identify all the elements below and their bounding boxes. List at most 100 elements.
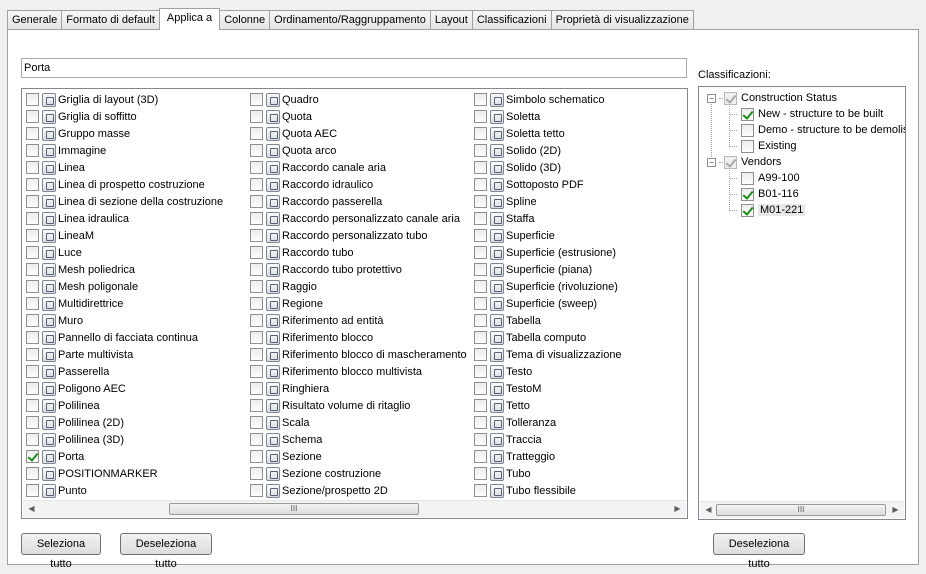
object-type-item[interactable]: Pannello di facciata continua	[24, 329, 248, 346]
object-type-checkbox[interactable]	[26, 348, 39, 361]
object-type-item[interactable]: Linea idraulica	[24, 210, 248, 227]
object-type-checkbox[interactable]	[250, 399, 263, 412]
object-type-checkbox[interactable]	[26, 144, 39, 157]
object-type-item[interactable]: Polilinea	[24, 397, 248, 414]
object-type-item[interactable]: Polilinea (3D)	[24, 431, 248, 448]
tree-item[interactable]: M01-221	[741, 202, 806, 218]
object-type-item[interactable]: TestoM	[472, 380, 687, 397]
object-type-item[interactable]: Mesh poligonale	[24, 278, 248, 295]
object-type-checkbox[interactable]	[474, 484, 487, 497]
object-type-checkbox[interactable]	[250, 229, 263, 242]
object-type-item[interactable]: Tabella	[472, 312, 687, 329]
object-type-item[interactable]: Linea di prospetto costruzione	[24, 176, 248, 193]
object-type-item[interactable]: Tetto	[472, 397, 687, 414]
object-type-item[interactable]: Raccordo canale aria	[248, 159, 472, 176]
tab-propriet-di-visualizzazione[interactable]: Proprietà di visualizzazione	[550, 10, 694, 30]
object-type-item[interactable]: Sezione costruzione	[248, 465, 472, 482]
object-type-checkbox[interactable]	[474, 382, 487, 395]
object-type-checkbox[interactable]	[26, 382, 39, 395]
object-type-checkbox[interactable]	[474, 297, 487, 310]
classifications-tree[interactable]: ◀ III ▶ − Construction Status New - struct…	[698, 86, 906, 520]
object-type-item[interactable]: Polilinea (2D)	[24, 414, 248, 431]
object-type-checkbox[interactable]	[474, 348, 487, 361]
object-type-checkbox[interactable]	[26, 178, 39, 191]
object-type-item[interactable]: Testo	[472, 363, 687, 380]
object-type-checkbox[interactable]	[250, 348, 263, 361]
object-type-item[interactable]: Regione	[248, 295, 472, 312]
object-type-item[interactable]: Riferimento blocco di mascheramento	[248, 346, 472, 363]
object-type-item[interactable]: Tubo	[472, 465, 687, 482]
object-type-checkbox[interactable]	[474, 467, 487, 480]
object-type-item[interactable]: Quadro	[248, 91, 472, 108]
tab-applica-a[interactable]: Applica a	[158, 8, 221, 30]
object-type-checkbox[interactable]	[250, 195, 263, 208]
object-type-item[interactable]: Risultato volume di ritaglio	[248, 397, 472, 414]
tree-scrollbar[interactable]: ◀ III ▶	[700, 501, 904, 518]
object-type-checkbox[interactable]	[474, 161, 487, 174]
object-type-checkbox[interactable]	[250, 484, 263, 497]
object-type-checkbox[interactable]	[26, 365, 39, 378]
object-type-checkbox[interactable]	[250, 467, 263, 480]
object-type-item[interactable]: Sottoposto PDF	[472, 176, 687, 193]
object-type-checkbox[interactable]	[474, 450, 487, 463]
object-type-item[interactable]: Solido (3D)	[472, 159, 687, 176]
object-type-list[interactable]: Griglia di layout (3D) Griglia di soffitt…	[21, 88, 688, 519]
object-type-item[interactable]: Raccordo personalizzato canale aria	[248, 210, 472, 227]
object-type-item[interactable]: Spline	[472, 193, 687, 210]
tree-category[interactable]: − Construction Status	[707, 90, 837, 106]
scroll-right-icon[interactable]: ▶	[669, 501, 686, 518]
object-type-item[interactable]: Parte multivista	[24, 346, 248, 363]
object-type-item[interactable]: Raccordo passerella	[248, 193, 472, 210]
object-type-checkbox[interactable]	[250, 280, 263, 293]
object-type-item[interactable]: Quota arco	[248, 142, 472, 159]
scrollbar-thumb[interactable]: III	[716, 504, 886, 516]
object-type-item[interactable]: Ringhiera	[248, 380, 472, 397]
object-type-checkbox[interactable]	[26, 127, 39, 140]
object-type-checkbox[interactable]	[250, 382, 263, 395]
object-type-item[interactable]: Tubo flessibile	[472, 482, 687, 499]
object-type-checkbox[interactable]	[26, 195, 39, 208]
object-type-item[interactable]: Immagine	[24, 142, 248, 159]
classification-checkbox[interactable]	[741, 203, 754, 217]
object-type-checkbox[interactable]	[250, 314, 263, 327]
object-type-checkbox[interactable]	[26, 280, 39, 293]
collapse-icon[interactable]: −	[707, 93, 716, 103]
object-type-checkbox[interactable]	[26, 297, 39, 310]
object-type-item[interactable]: Mesh poliedrica	[24, 261, 248, 278]
object-type-item[interactable]: Linea di sezione della costruzione	[24, 193, 248, 210]
object-type-item[interactable]: Superficie	[472, 227, 687, 244]
object-type-checkbox[interactable]	[250, 365, 263, 378]
object-type-checkbox[interactable]	[250, 297, 263, 310]
object-type-checkbox[interactable]	[250, 246, 263, 259]
filter-input[interactable]	[21, 58, 687, 78]
object-type-item[interactable]: Griglia di soffitto	[24, 108, 248, 125]
object-type-item[interactable]: Quota	[248, 108, 472, 125]
object-type-item[interactable]: Riferimento blocco multivista	[248, 363, 472, 380]
object-type-item[interactable]: Riferimento ad entità	[248, 312, 472, 329]
object-type-item[interactable]: Gruppo masse	[24, 125, 248, 142]
object-type-checkbox[interactable]	[26, 450, 39, 463]
tab-colonne[interactable]: Colonne	[219, 10, 271, 30]
object-type-checkbox[interactable]	[474, 93, 487, 106]
object-type-item[interactable]: Superficie (rivoluzione)	[472, 278, 687, 295]
object-type-item[interactable]: Poligono AEC	[24, 380, 248, 397]
object-type-checkbox[interactable]	[250, 144, 263, 157]
object-type-item[interactable]: Simbolo schematico	[472, 91, 687, 108]
object-type-checkbox[interactable]	[474, 433, 487, 446]
tree-item[interactable]: Existing	[741, 138, 797, 154]
tab-classificazioni[interactable]: Classificazioni	[471, 10, 552, 30]
object-type-checkbox[interactable]	[26, 416, 39, 429]
object-type-checkbox[interactable]	[26, 399, 39, 412]
object-type-item[interactable]: Superficie (sweep)	[472, 295, 687, 312]
object-type-item[interactable]: Griglia di layout (3D)	[24, 91, 248, 108]
classification-checkbox[interactable]	[741, 123, 754, 137]
collapse-icon[interactable]: −	[707, 157, 716, 167]
object-type-item[interactable]: Passerella	[24, 363, 248, 380]
object-type-checkbox[interactable]	[250, 161, 263, 174]
object-type-checkbox[interactable]	[474, 229, 487, 242]
object-type-checkbox[interactable]	[26, 433, 39, 446]
tab-formato-di-default[interactable]: Formato di default	[61, 10, 160, 30]
object-type-checkbox[interactable]	[26, 314, 39, 327]
tree-item[interactable]: A99-100	[741, 170, 800, 186]
object-type-item[interactable]: Superficie (estrusione)	[472, 244, 687, 261]
